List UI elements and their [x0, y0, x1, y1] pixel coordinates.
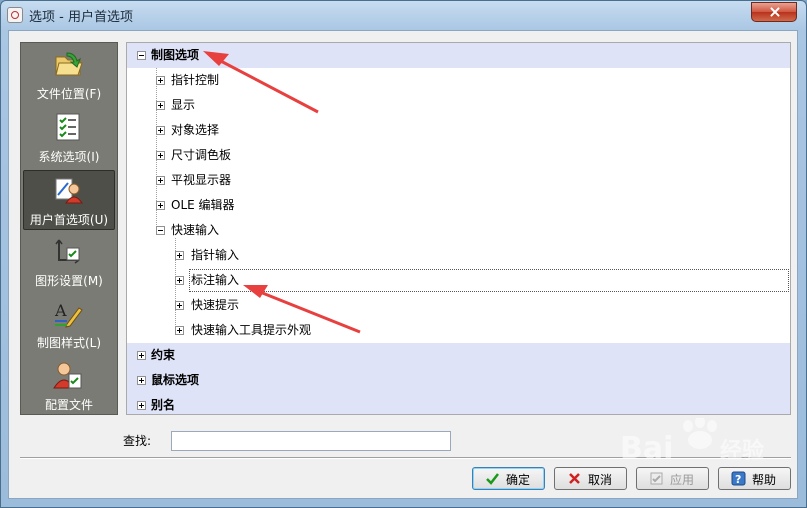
sidebar-item-system-options[interactable]: 系统选项(I)	[23, 108, 115, 168]
tree-item-label: 指针输入	[191, 248, 240, 262]
svg-text:A: A	[54, 301, 67, 320]
tree-item-pointer-input[interactable]: 指针输入	[127, 243, 790, 268]
user-preferences-icon	[55, 178, 83, 204]
ok-button[interactable]: 确定	[472, 467, 545, 490]
checklist-icon	[56, 113, 80, 141]
baidu-watermark: Bai 经验	[600, 416, 800, 488]
sidebar-item-label: 用户首选项(U)	[29, 213, 109, 227]
sidebar-item-label: 系统选项(I)	[38, 150, 100, 164]
window-title: 选项 - 用户首选项	[29, 10, 133, 25]
tree-item-heads-up-display[interactable]: 平视显示器	[127, 168, 790, 193]
tree-item-label: 制图选项	[151, 48, 200, 62]
tree-item-quick-input[interactable]: 快速输入	[127, 218, 790, 243]
ok-button-label: 确定	[506, 473, 531, 487]
sidebar-item-drawing-style[interactable]: A 制图样式(L)	[23, 294, 115, 354]
graphics-settings-icon	[55, 239, 80, 264]
cancel-x-icon	[569, 473, 580, 484]
svg-text:Bai: Bai	[620, 431, 673, 466]
expand-icon[interactable]	[156, 76, 165, 85]
expand-icon[interactable]	[156, 126, 165, 135]
tree-item-label: 快速提示	[191, 298, 240, 312]
tree-item-label: 约束	[151, 348, 176, 362]
expand-icon[interactable]	[156, 201, 165, 210]
tree-item-constraints[interactable]: 约束	[127, 343, 790, 368]
tree-item-label: 别名	[151, 398, 176, 412]
tree-item-mouse-options[interactable]: 鼠标选项	[127, 368, 790, 393]
tree-item-quick-tips[interactable]: 快速提示	[127, 293, 790, 318]
checkmark-icon	[486, 473, 499, 485]
tree-item-label: 平视显示器	[171, 173, 232, 187]
sidebar-item-profile[interactable]: 配置文件	[23, 356, 115, 416]
preferences-tree: 制图选项 指针控制 显示 对象选择 尺寸调色板 平视显示器 OLE 编辑器 快速…	[126, 42, 791, 415]
tree-item-aliases[interactable]: 别名	[127, 393, 790, 414]
expand-icon[interactable]	[175, 301, 184, 310]
tree-item-quick-input-tooltip-appearance[interactable]: 快速输入工具提示外观	[127, 318, 790, 343]
tree-item-pointer-control[interactable]: 指针控制	[127, 68, 790, 93]
svg-text:经验: 经验	[720, 438, 764, 464]
tree-item-drafting-options[interactable]: 制图选项	[127, 43, 790, 68]
expand-icon[interactable]	[137, 376, 146, 385]
tree-item-label: 标注输入	[191, 273, 240, 287]
sidebar-item-label: 图形设置(M)	[35, 274, 103, 288]
expand-icon[interactable]	[175, 251, 184, 260]
sidebar-item-file-locations[interactable]: 文件位置(F)	[23, 45, 115, 105]
sidebar-item-graphics-settings[interactable]: 图形设置(M)	[23, 232, 115, 292]
search-input[interactable]	[171, 431, 451, 451]
tree-item-label: 鼠标选项	[151, 373, 200, 387]
tree-item-ole-editor[interactable]: OLE 编辑器	[127, 193, 790, 218]
collapse-icon[interactable]	[137, 51, 146, 60]
tree-item-label: 显示	[171, 98, 196, 112]
tree-item-label: 尺寸调色板	[171, 148, 232, 162]
tree-item-label: 快速输入工具提示外观	[191, 323, 312, 337]
profile-icon	[53, 362, 82, 389]
sidebar-item-label: 配置文件	[44, 398, 93, 412]
options-sidebar: 文件位置(F) 系统选项(I) 用户首选项(U) 图形设置(M) A 制图样式(…	[20, 42, 118, 415]
tree-item-label: OLE 编辑器	[171, 198, 235, 212]
focus-rectangle	[189, 269, 789, 292]
app-icon	[7, 7, 23, 23]
tree-item-display[interactable]: 显示	[127, 93, 790, 118]
tree-item-label: 对象选择	[171, 123, 220, 137]
drawing-style-icon: A	[54, 301, 83, 328]
sidebar-item-label: 制图样式(L)	[36, 336, 102, 350]
tree-item-dimension-input[interactable]: 标注输入	[127, 268, 790, 293]
expand-icon[interactable]	[175, 326, 184, 335]
search-label: 查找:	[123, 434, 152, 448]
folder-open-icon	[55, 52, 83, 76]
expand-icon[interactable]	[175, 276, 184, 285]
expand-icon[interactable]	[156, 176, 165, 185]
tree-item-label: 快速输入	[171, 223, 220, 237]
title-bar[interactable]: 选项 - 用户首选项	[1, 1, 806, 29]
collapse-icon[interactable]	[156, 226, 165, 235]
expand-icon[interactable]	[156, 101, 165, 110]
expand-icon[interactable]	[137, 401, 146, 410]
close-button[interactable]	[751, 2, 797, 22]
tree-item-label: 指针控制	[171, 73, 220, 87]
sidebar-item-user-preferences[interactable]: 用户首选项(U)	[23, 170, 115, 230]
sidebar-item-label: 文件位置(F)	[36, 87, 102, 101]
expand-icon[interactable]	[156, 151, 165, 160]
expand-icon[interactable]	[137, 351, 146, 360]
tree-item-dimension-palette[interactable]: 尺寸调色板	[127, 143, 790, 168]
baidu-paw-logo: Bai 经验	[620, 416, 764, 466]
tree-item-object-selection[interactable]: 对象选择	[127, 118, 790, 143]
